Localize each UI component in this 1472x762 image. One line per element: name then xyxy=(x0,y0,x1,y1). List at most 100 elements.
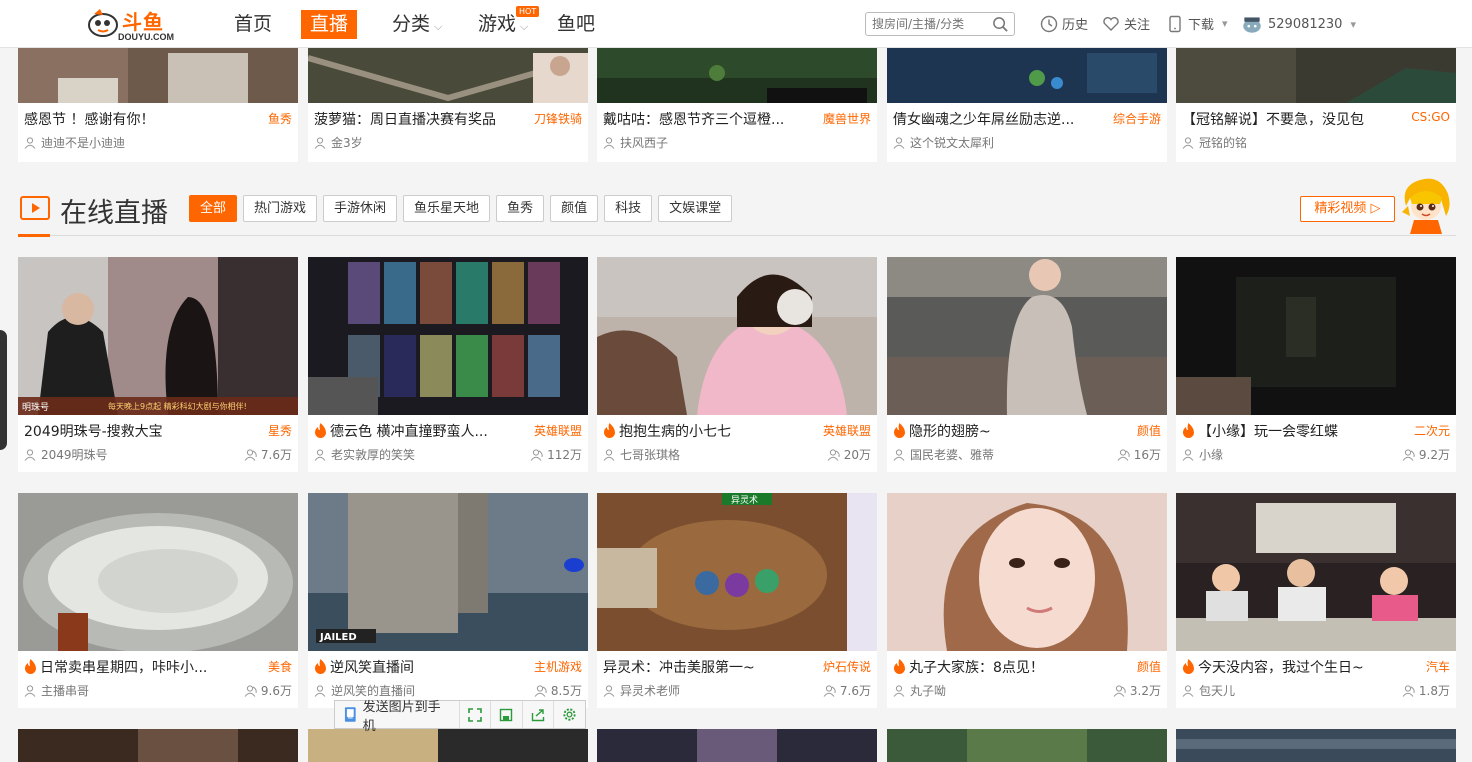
stream-thumbnail[interactable] xyxy=(887,48,1167,103)
stream-thumbnail[interactable] xyxy=(1176,48,1456,103)
download-button[interactable]: 下载 ▾ xyxy=(1166,14,1228,33)
stream-thumbnail[interactable]: 异灵术 xyxy=(597,493,877,651)
stream-thumbnail[interactable] xyxy=(308,48,588,103)
history-button[interactable]: 历史 xyxy=(1040,14,1088,33)
stream-title-text: 今天没内容，我过个生日~ xyxy=(1198,660,1364,676)
search-icon[interactable] xyxy=(992,16,1009,33)
stream-category[interactable]: 魔兽世界 xyxy=(823,110,871,127)
stream-card[interactable]: 戴咕咕：感恩节齐三个逗橙... 魔兽世界 扶风西子 xyxy=(597,48,877,162)
viewer-count: 20万 xyxy=(827,446,871,463)
stream-card[interactable]: 明珠号 每天晚上9点起 精彩科幻大剧与你相伴! 2049明珠号-搜救大宝 星秀 … xyxy=(18,257,298,472)
stream-card[interactable]: JAILED 逆风笑直播间 主机游戏 逆风笑的直播间 8.5万 xyxy=(308,493,588,708)
stream-thumbnail[interactable] xyxy=(18,493,298,651)
stream-thumbnail[interactable] xyxy=(597,48,877,103)
stream-thumbnail[interactable] xyxy=(1176,729,1456,762)
stream-thumbnail[interactable] xyxy=(18,48,298,103)
follow-button[interactable]: 关注 xyxy=(1102,14,1150,33)
filter-culture[interactable]: 文娱课堂 xyxy=(658,195,733,222)
user-icon xyxy=(603,684,615,697)
stream-card[interactable] xyxy=(1176,729,1456,762)
chevron-down-icon: ▾ xyxy=(1222,17,1228,30)
stream-category[interactable]: 英雄联盟 xyxy=(823,422,871,439)
stream-category[interactable]: 星秀 xyxy=(268,422,292,439)
stream-category[interactable]: 汽车 xyxy=(1426,658,1450,675)
filter-yuxiu[interactable]: 鱼秀 xyxy=(496,195,545,222)
category-filters: 全部 热门游戏 手游休闲 鱼乐星天地 鱼秀 颜值 科技 文娱课堂 xyxy=(189,195,733,222)
save-icon xyxy=(500,708,513,721)
user-icon xyxy=(603,136,615,149)
search-input[interactable] xyxy=(866,13,984,35)
stream-card[interactable] xyxy=(308,729,588,762)
nav-home[interactable]: 首页 xyxy=(234,10,272,39)
filter-mobile-games[interactable]: 手游休闲 xyxy=(323,195,398,222)
stream-category[interactable]: 美食 xyxy=(268,658,292,675)
fire-icon xyxy=(25,659,36,674)
stream-card[interactable] xyxy=(887,729,1167,762)
stream-thumbnail[interactable] xyxy=(597,729,877,762)
filter-entertainment[interactable]: 鱼乐星天地 xyxy=(403,195,491,222)
stream-title-text: 抱抱生病的小七七 xyxy=(619,424,731,440)
stream-category[interactable]: 英雄联盟 xyxy=(534,422,582,439)
stream-thumbnail[interactable] xyxy=(887,493,1167,651)
send-to-phone-button[interactable]: 发送图片到手机 xyxy=(335,700,461,734)
stream-category[interactable]: 主机游戏 xyxy=(534,658,582,675)
stream-card[interactable] xyxy=(18,729,298,762)
viewer-count-value: 112万 xyxy=(547,448,582,462)
stream-thumbnail[interactable] xyxy=(887,257,1167,415)
stream-thumbnail[interactable] xyxy=(1176,257,1456,415)
viewer-count: 9.6万 xyxy=(244,682,292,699)
side-scroll-handle[interactable] xyxy=(0,330,7,450)
stream-thumbnail[interactable] xyxy=(597,257,877,415)
stream-card[interactable]: 倩女幽魂之少年屌丝励志逆... 综合手游 这个锐文太犀利 xyxy=(887,48,1167,162)
stream-card[interactable]: 感恩节 ！感谢有你！ 鱼秀 迪迪不是小迪迪 xyxy=(18,48,298,162)
stream-card[interactable] xyxy=(597,729,877,762)
nav-categories-label: 分类 xyxy=(392,13,431,35)
stream-category[interactable]: 颜值 xyxy=(1137,658,1161,675)
fullscreen-button[interactable] xyxy=(460,701,492,728)
stream-category[interactable]: CS:GO xyxy=(1411,110,1450,124)
stream-card[interactable]: 德云色 横冲直撞野蛮人... 英雄联盟 老实敦厚的笑笑 112万 xyxy=(308,257,588,472)
stream-thumbnail[interactable] xyxy=(308,729,588,762)
nav-categories[interactable]: 分类 ⌵ xyxy=(392,10,442,39)
stream-card[interactable]: 隐形的翅膀~ 颜值 国民老婆、雅蒂 16万 xyxy=(887,257,1167,472)
stream-card[interactable]: 菠萝猫：周日直播决赛有奖品 刀锋铁骑 金3岁 xyxy=(308,48,588,162)
filter-tech[interactable]: 科技 xyxy=(604,195,653,222)
douyu-logo[interactable]: 斗鱼 DOUYU.COM xyxy=(86,4,176,44)
filter-looks[interactable]: 颜值 xyxy=(550,195,599,222)
nav-fishbar[interactable]: 鱼吧 xyxy=(557,10,595,39)
stream-title: 抱抱生病的小七七 xyxy=(603,421,808,441)
filter-all[interactable]: 全部 xyxy=(189,195,238,222)
save-image-button[interactable] xyxy=(491,701,523,728)
user-icon xyxy=(1182,136,1194,149)
stream-category[interactable]: 颜值 xyxy=(1137,422,1161,439)
viewer-count-value: 7.6万 xyxy=(260,448,292,462)
stream-category[interactable]: 二次元 xyxy=(1414,422,1450,439)
stream-title-text: 逆风笑直播间 xyxy=(330,660,414,676)
stream-thumbnail[interactable] xyxy=(308,257,588,415)
stream-thumbnail[interactable] xyxy=(1176,493,1456,651)
stream-category[interactable]: 综合手游 xyxy=(1113,110,1161,127)
stream-thumbnail[interactable] xyxy=(18,729,298,762)
stream-card[interactable]: 【冠铭解说】不要急，没见包 CS:GO 冠铭的铭 xyxy=(1176,48,1456,162)
stream-card[interactable]: 抱抱生病的小七七 英雄联盟 七哥张琪格 20万 xyxy=(597,257,877,472)
stream-card[interactable]: 今天没内容，我过个生日~ 汽车 包天儿 1.8万 xyxy=(1176,493,1456,708)
viewer-count-value: 8.5万 xyxy=(550,684,582,698)
stream-thumbnail[interactable] xyxy=(887,729,1167,762)
share-button[interactable] xyxy=(523,701,554,728)
user-icon xyxy=(603,448,615,461)
highlight-videos-button[interactable]: 精彩视频 ▷ xyxy=(1300,196,1395,222)
user-menu[interactable]: 529081230 ▾ xyxy=(1240,14,1356,34)
viewer-count-value: 3.2万 xyxy=(1129,684,1161,698)
filter-hot-games[interactable]: 热门游戏 xyxy=(243,195,318,222)
stream-category[interactable]: 鱼秀 xyxy=(268,110,292,127)
stream-category[interactable]: 刀锋铁骑 xyxy=(534,110,582,127)
stream-card[interactable]: 【小缘】玩一会零红蝶 二次元 小缘 9.2万 xyxy=(1176,257,1456,472)
stream-card[interactable]: 异灵术 异灵术：冲击美服第一~ 炉石传说 异灵术老师 7.6万 xyxy=(597,493,877,708)
settings-button[interactable] xyxy=(554,701,585,728)
stream-card[interactable]: 丸子大家族：8点见！ 颜值 丸子呦 3.2万 xyxy=(887,493,1167,708)
stream-category[interactable]: 炉石传说 xyxy=(823,658,871,675)
stream-thumbnail[interactable]: 明珠号 每天晚上9点起 精彩科幻大剧与你相伴! xyxy=(18,257,298,415)
stream-card[interactable]: 日常卖串星期四，咔咔小... 美食 主播串哥 9.6万 xyxy=(18,493,298,708)
stream-thumbnail[interactable]: JAILED xyxy=(308,493,588,651)
nav-live[interactable]: 直播 xyxy=(301,10,358,39)
